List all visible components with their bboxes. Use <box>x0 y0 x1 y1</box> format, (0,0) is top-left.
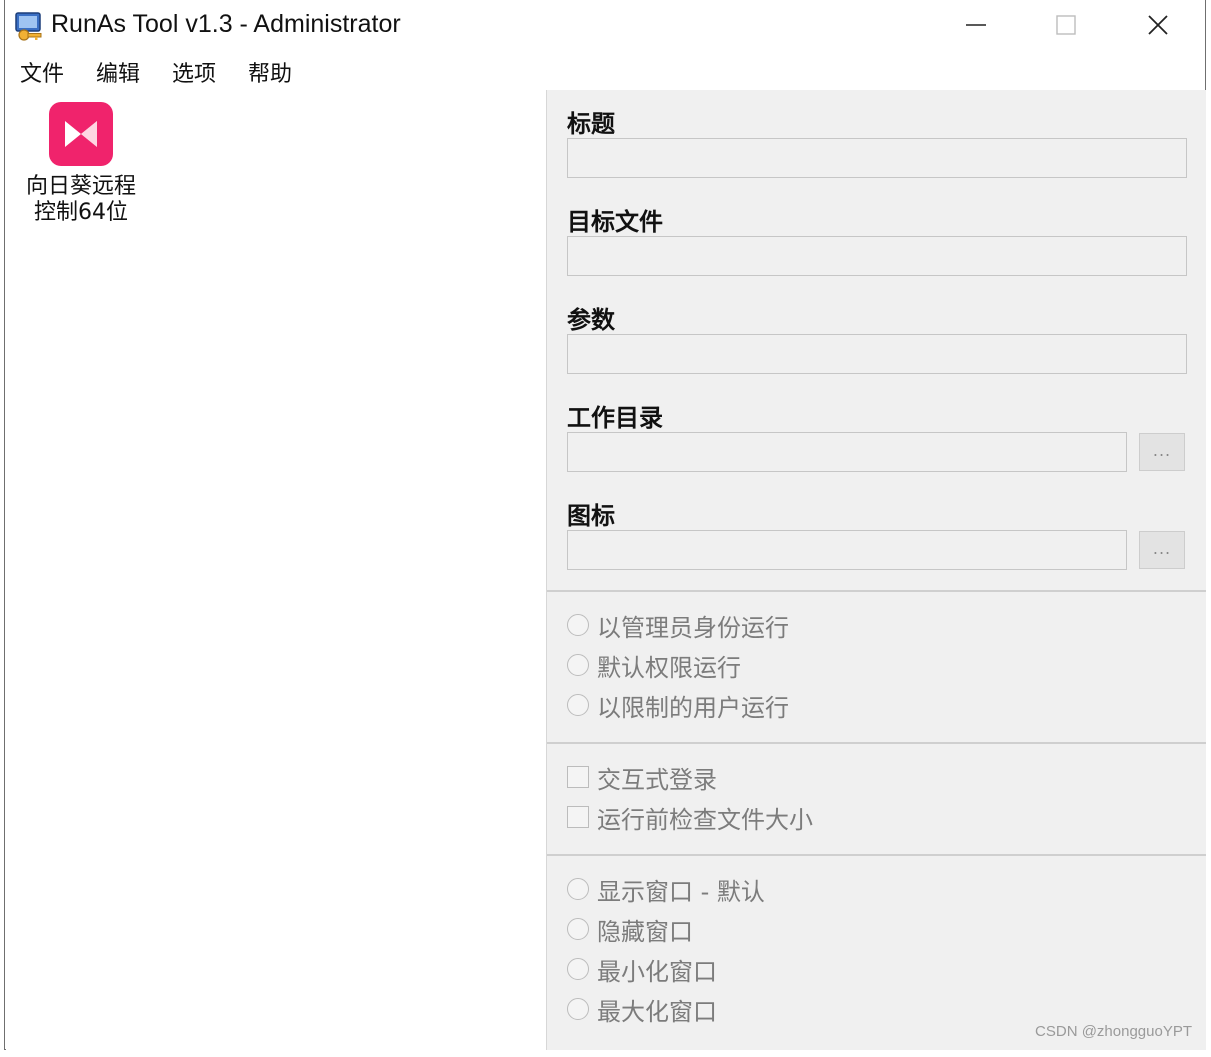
menu-edit[interactable]: 编辑 <box>96 56 140 88</box>
properties-panel: 标题 目标文件 参数 工作目录 ... 图标 ... 以管理员身份运行 默认权限… <box>546 90 1206 1050</box>
radio-button[interactable] <box>567 998 589 1020</box>
title-input[interactable] <box>567 138 1187 178</box>
radio-button[interactable] <box>567 654 589 676</box>
menu-options[interactable]: 选项 <box>172 56 216 88</box>
checkbox-check-file-size[interactable]: 运行前检查文件大小 <box>567 801 813 834</box>
minimize-icon <box>966 24 986 26</box>
checkbox-label: 交互式登录 <box>597 765 717 794</box>
menu-file[interactable]: 文件 <box>20 56 64 88</box>
title-label: 标题 <box>567 110 615 138</box>
app-window: RunAs Tool v1.3 - Administrator 文件 编辑 选项… <box>4 0 1206 1050</box>
shortcut-list[interactable]: 向日葵远程 控制64位 <box>6 90 546 1050</box>
radio-restricted-user[interactable]: 以限制的用户运行 <box>567 689 789 722</box>
checkbox-interactive-logon[interactable]: 交互式登录 <box>567 761 717 794</box>
icon-browse-button[interactable]: ... <box>1139 531 1185 569</box>
close-icon <box>1148 15 1168 35</box>
title-bar[interactable]: RunAs Tool v1.3 - Administrator <box>5 0 1205 52</box>
section-divider <box>547 590 1206 592</box>
checkbox[interactable] <box>567 806 589 828</box>
workdir-label: 工作目录 <box>567 404 663 432</box>
maximize-icon <box>1056 15 1076 35</box>
params-label: 参数 <box>567 306 615 334</box>
shortcut-label: 向日葵远程 控制64位 <box>25 174 136 225</box>
radio-button[interactable] <box>567 958 589 980</box>
radio-label: 最大化窗口 <box>597 997 717 1026</box>
workdir-input[interactable] <box>567 432 1127 472</box>
checkbox-label: 运行前检查文件大小 <box>597 805 813 834</box>
workdir-browse-button[interactable]: ... <box>1139 433 1185 471</box>
minimize-button[interactable] <box>931 0 1021 50</box>
radio-default-privilege[interactable]: 默认权限运行 <box>567 649 741 682</box>
menu-help[interactable]: 帮助 <box>248 56 292 88</box>
icon-path-input[interactable] <box>567 530 1127 570</box>
close-button[interactable] <box>1113 0 1203 50</box>
radio-label: 以管理员身份运行 <box>597 613 789 642</box>
target-file-input[interactable] <box>567 236 1187 276</box>
checkbox[interactable] <box>567 766 589 788</box>
radio-label: 显示窗口 - 默认 <box>597 877 765 906</box>
runas-app-icon <box>13 10 45 42</box>
icon-label: 图标 <box>567 502 615 530</box>
radio-button[interactable] <box>567 614 589 636</box>
radio-label: 最小化窗口 <box>597 957 717 986</box>
radio-label: 隐藏窗口 <box>597 917 693 946</box>
radio-hide-window[interactable]: 隐藏窗口 <box>567 913 693 946</box>
section-divider <box>547 742 1206 744</box>
section-divider <box>547 854 1206 856</box>
params-input[interactable] <box>567 334 1187 374</box>
radio-minimize-window[interactable]: 最小化窗口 <box>567 953 717 986</box>
radio-maximize-window[interactable]: 最大化窗口 <box>567 993 717 1026</box>
sunlogin-icon <box>49 102 113 166</box>
radio-button[interactable] <box>567 878 589 900</box>
target-file-label: 目标文件 <box>567 208 663 236</box>
radio-button[interactable] <box>567 694 589 716</box>
radio-button[interactable] <box>567 918 589 940</box>
shortcut-item[interactable]: 向日葵远程 控制64位 <box>16 102 146 226</box>
maximize-button[interactable] <box>1021 0 1111 50</box>
radio-show-window-default[interactable]: 显示窗口 - 默认 <box>567 873 765 906</box>
watermark: CSDN @zhongguoYPT <box>1035 1023 1192 1040</box>
menu-bar: 文件 编辑 选项 帮助 <box>5 52 1205 90</box>
radio-label: 以限制的用户运行 <box>597 693 789 722</box>
radio-label: 默认权限运行 <box>597 653 741 682</box>
radio-run-as-admin[interactable]: 以管理员身份运行 <box>567 609 789 642</box>
window-title: RunAs Tool v1.3 - Administrator <box>51 10 401 38</box>
